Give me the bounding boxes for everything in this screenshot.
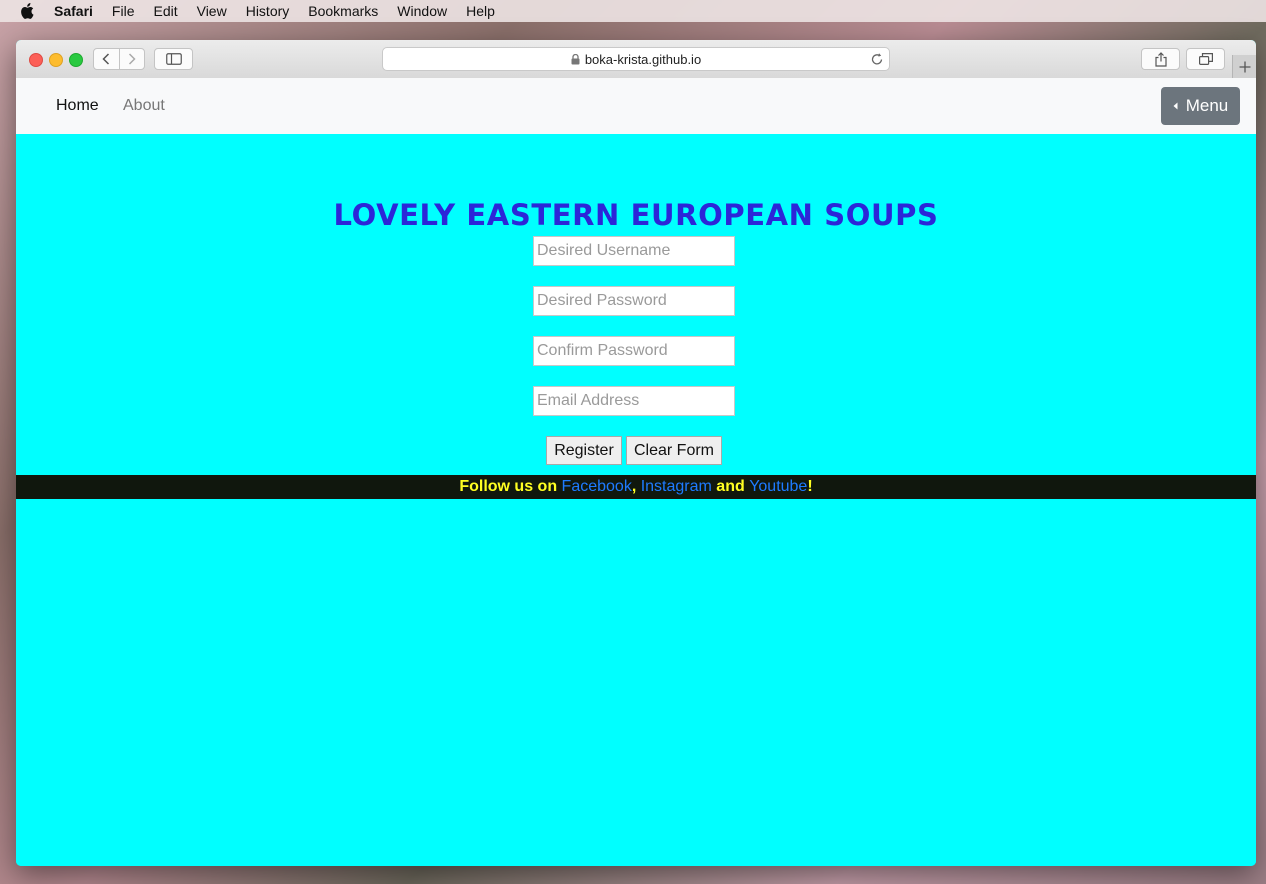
menu-button[interactable]: Menu <box>1161 87 1240 125</box>
confirm-password-input[interactable] <box>533 336 735 366</box>
menu-item-help[interactable]: Help <box>466 3 495 19</box>
share-button[interactable] <box>1141 48 1180 70</box>
new-tab-button[interactable] <box>1232 55 1256 78</box>
menu-item-file[interactable]: File <box>112 3 135 19</box>
instagram-link[interactable]: Instagram <box>641 478 712 495</box>
nav-link-about[interactable]: About <box>123 97 165 115</box>
nav-link-home[interactable]: Home <box>56 97 99 115</box>
site-navbar: Home About Menu <box>16 78 1256 134</box>
chevron-left-icon <box>102 53 110 65</box>
browser-toolbar: boka-krista.github.io <box>16 40 1256 79</box>
register-button[interactable]: Register <box>546 436 622 465</box>
footer-bar: Follow us on Facebook, Instagram and You… <box>16 475 1256 499</box>
web-page: Home About Menu LOVELY EASTERN EUROPEAN … <box>16 78 1256 866</box>
footer-separator-comma: , <box>631 478 641 495</box>
menu-item-history[interactable]: History <box>246 3 290 19</box>
menu-item-edit[interactable]: Edit <box>153 3 177 19</box>
email-input[interactable] <box>533 386 735 416</box>
apple-icon[interactable] <box>20 3 34 19</box>
history-nav-group <box>93 48 145 70</box>
lock-icon <box>571 53 580 65</box>
plus-icon <box>1239 61 1251 72</box>
forward-button[interactable] <box>118 49 145 69</box>
facebook-link[interactable]: Facebook <box>562 478 632 495</box>
sidebar-toggle-button[interactable] <box>154 48 193 70</box>
page-title: LOVELY EASTERN EUROPEAN SOUPS <box>333 198 939 232</box>
share-icon <box>1154 51 1167 67</box>
menu-item-view[interactable]: View <box>197 3 227 19</box>
chevron-right-icon <box>128 53 136 65</box>
footer-suffix: ! <box>807 478 813 495</box>
footer-prefix: Follow us on <box>459 478 562 495</box>
show-tabs-button[interactable] <box>1186 48 1225 70</box>
password-input[interactable] <box>533 286 735 316</box>
menu-item-bookmarks[interactable]: Bookmarks <box>308 3 378 19</box>
back-button[interactable] <box>94 49 119 69</box>
menu-item-window[interactable]: Window <box>397 3 447 19</box>
address-url: boka-krista.github.io <box>584 51 702 67</box>
footer-separator-and: and <box>711 478 750 495</box>
tabs-overview-icon <box>1198 53 1213 65</box>
menu-button-label: Menu <box>1185 96 1229 115</box>
username-input[interactable] <box>533 236 735 266</box>
caret-left-icon <box>1173 102 1178 110</box>
menu-item-safari[interactable]: Safari <box>54 3 93 19</box>
sidebar-icon <box>165 53 182 65</box>
clear-form-button[interactable]: Clear Form <box>626 436 722 465</box>
zoom-window-button[interactable] <box>69 53 83 67</box>
address-bar[interactable]: boka-krista.github.io <box>382 47 890 71</box>
youtube-link[interactable]: Youtube <box>749 478 807 495</box>
system-menu-bar: Safari File Edit View History Bookmarks … <box>0 0 1266 22</box>
minimize-window-button[interactable] <box>49 53 63 67</box>
browser-window: boka-krista.github.io Home About Menu LO… <box>16 40 1256 866</box>
reload-icon[interactable] <box>870 51 884 70</box>
close-window-button[interactable] <box>29 53 43 67</box>
